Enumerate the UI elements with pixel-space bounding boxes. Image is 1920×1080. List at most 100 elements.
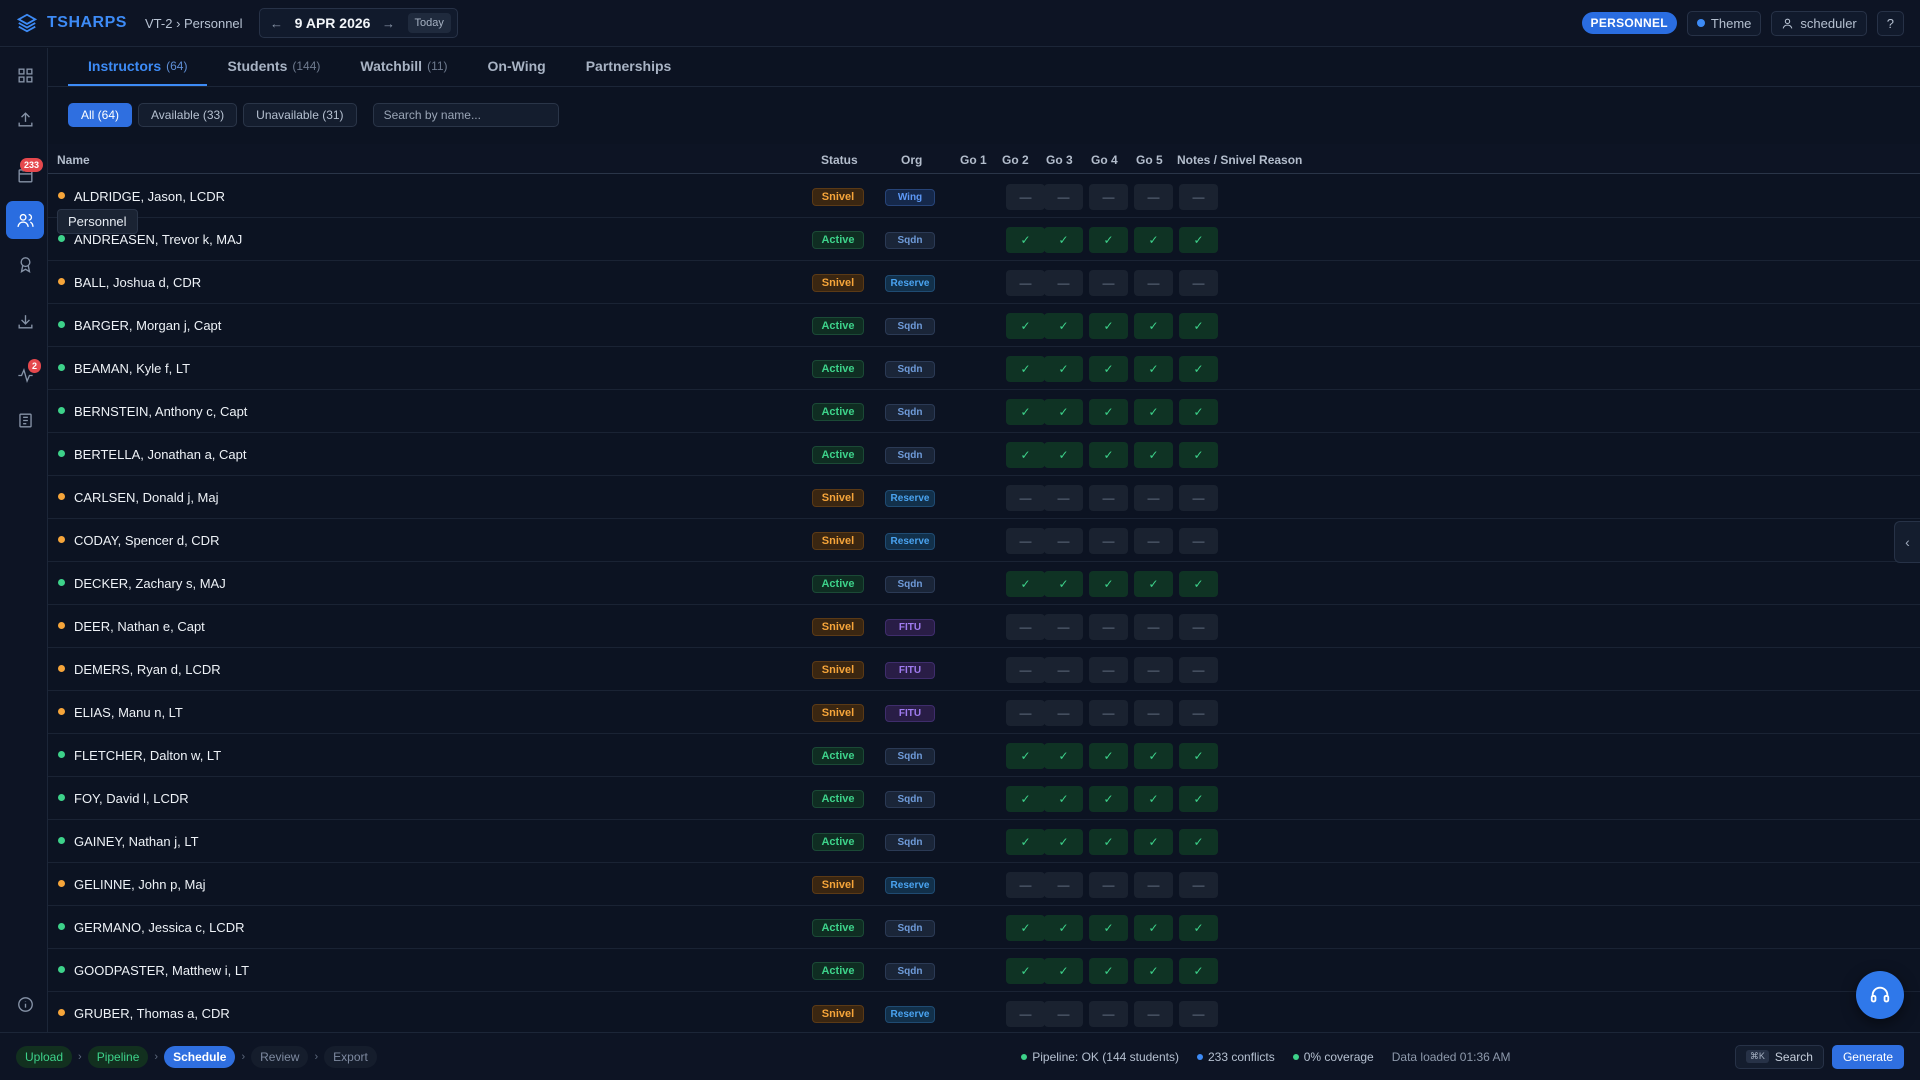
go-5-cell[interactable]: ✓ <box>1179 399 1218 425</box>
go-1-cell[interactable]: — <box>1006 614 1045 640</box>
go-5-cell[interactable]: ✓ <box>1179 915 1218 941</box>
go-4-cell[interactable]: ✓ <box>1134 227 1173 253</box>
instructor-name[interactable]: GRUBER, Thomas a, CDR <box>74 1006 230 1021</box>
step-pipeline[interactable]: Pipeline <box>87 1045 149 1068</box>
app-logo[interactable]: TSHARPS <box>0 12 137 34</box>
go-4-cell[interactable]: — <box>1134 614 1173 640</box>
tab-on-wing[interactable]: On-Wing <box>468 48 566 86</box>
go-3-cell[interactable]: ✓ <box>1089 915 1128 941</box>
go-4-cell[interactable]: — <box>1134 485 1173 511</box>
go-3-cell[interactable]: — <box>1089 184 1128 210</box>
go-5-cell[interactable]: ✓ <box>1179 958 1218 984</box>
go-4-cell[interactable]: — <box>1134 270 1173 296</box>
go-5-cell[interactable]: — <box>1179 657 1218 683</box>
filter-all-button[interactable]: All (64) <box>68 103 133 127</box>
go-2-cell[interactable]: ✓ <box>1044 227 1083 253</box>
table-row[interactable]: DEER, Nathan e, Capt Snivel FITU — — — — — <box>48 605 1920 648</box>
instructor-name[interactable]: DEER, Nathan e, Capt <box>74 619 205 634</box>
instructor-name[interactable]: FOY, David l, LCDR <box>74 791 189 806</box>
col-org[interactable]: Org <box>901 153 922 167</box>
conflicts-status[interactable]: 233 conflicts <box>1196 1050 1275 1064</box>
go-3-cell[interactable]: — <box>1089 872 1128 898</box>
go-5-cell[interactable]: — <box>1179 485 1218 511</box>
instructor-name[interactable]: BARGER, Morgan j, Capt <box>74 318 221 333</box>
go-5-cell[interactable]: ✓ <box>1179 313 1218 339</box>
go-3-cell[interactable]: — <box>1089 528 1128 554</box>
sidebar-item-dashboard[interactable] <box>6 56 44 94</box>
table-row[interactable]: ALDRIDGE, Jason, LCDR Snivel Wing — — — — — <box>48 175 1920 218</box>
go-1-cell[interactable]: — <box>1006 657 1045 683</box>
step-upload[interactable]: Upload <box>16 1045 73 1068</box>
instructor-name[interactable]: GELINNE, John p, Maj <box>74 877 206 892</box>
sidebar-item-pulse[interactable]: 2 <box>6 356 44 394</box>
go-3-cell[interactable]: — <box>1089 485 1128 511</box>
table-row[interactable]: DECKER, Zachary s, MAJ Active Sqdn ✓ ✓ ✓ ✓ ✓ <box>48 562 1920 605</box>
sidebar-item-personnel[interactable] <box>6 201 44 239</box>
table-row[interactable]: GRUBER, Thomas a, CDR Snivel Reserve — — — — — <box>48 992 1920 1035</box>
go-5-cell[interactable]: — <box>1179 528 1218 554</box>
table-row[interactable]: DEMERS, Ryan d, LCDR Snivel FITU — — — — — <box>48 648 1920 691</box>
go-4-cell[interactable]: ✓ <box>1134 958 1173 984</box>
go-3-cell[interactable]: — <box>1089 270 1128 296</box>
go-1-cell[interactable]: ✓ <box>1006 313 1045 339</box>
go-4-cell[interactable]: ✓ <box>1134 829 1173 855</box>
go-5-cell[interactable]: ✓ <box>1179 442 1218 468</box>
sidebar-item-docs[interactable] <box>6 401 44 439</box>
today-button[interactable]: Today <box>407 13 451 33</box>
tab-students[interactable]: Students (144) <box>207 48 340 86</box>
filter-unavailable-button[interactable]: Unavailable (31) <box>243 103 357 127</box>
theme-button[interactable]: Theme <box>1686 10 1762 36</box>
search-button[interactable]: ⌘K Search <box>1734 1044 1824 1069</box>
go-3-cell[interactable]: — <box>1089 614 1128 640</box>
go-2-cell[interactable]: — <box>1044 614 1083 640</box>
go-4-cell[interactable]: ✓ <box>1134 356 1173 382</box>
go-5-cell[interactable]: ✓ <box>1179 786 1218 812</box>
go-2-cell[interactable]: ✓ <box>1044 958 1083 984</box>
go-4-cell[interactable]: — <box>1134 184 1173 210</box>
go-5-cell[interactable]: — <box>1179 872 1218 898</box>
instructor-name[interactable]: DEMERS, Ryan d, LCDR <box>74 662 221 677</box>
go-2-cell[interactable]: — <box>1044 700 1083 726</box>
table-row[interactable]: BEAMAN, Kyle f, LT Active Sqdn ✓ ✓ ✓ ✓ ✓ <box>48 347 1920 390</box>
go-2-cell[interactable]: — <box>1044 1001 1083 1027</box>
go-3-cell[interactable]: ✓ <box>1089 442 1128 468</box>
go-3-cell[interactable]: ✓ <box>1089 958 1128 984</box>
go-1-cell[interactable]: ✓ <box>1006 399 1045 425</box>
instructor-name[interactable]: BERNSTEIN, Anthony c, Capt <box>74 404 247 419</box>
go-4-cell[interactable]: — <box>1134 872 1173 898</box>
go-1-cell[interactable]: — <box>1006 270 1045 296</box>
go-2-cell[interactable]: ✓ <box>1044 356 1083 382</box>
user-menu-button[interactable]: scheduler <box>1771 10 1867 36</box>
go-1-cell[interactable]: ✓ <box>1006 227 1045 253</box>
go-3-cell[interactable]: ✓ <box>1089 399 1128 425</box>
generate-button[interactable]: Generate <box>1831 1044 1904 1069</box>
go-2-cell[interactable]: — <box>1044 184 1083 210</box>
go-2-cell[interactable]: — <box>1044 270 1083 296</box>
go-1-cell[interactable]: — <box>1006 872 1045 898</box>
go-2-cell[interactable]: ✓ <box>1044 786 1083 812</box>
tab-partnerships[interactable]: Partnerships <box>566 48 692 86</box>
search-input[interactable] <box>372 103 559 127</box>
col-status[interactable]: Status <box>821 153 858 167</box>
go-5-cell[interactable]: ✓ <box>1179 743 1218 769</box>
go-5-cell[interactable]: ✓ <box>1179 227 1218 253</box>
go-1-cell[interactable]: — <box>1006 528 1045 554</box>
go-4-cell[interactable]: ✓ <box>1134 786 1173 812</box>
table-row[interactable]: FLETCHER, Dalton w, LT Active Sqdn ✓ ✓ ✓ ✓ ✓ <box>48 734 1920 777</box>
go-1-cell[interactable]: ✓ <box>1006 915 1045 941</box>
go-2-cell[interactable]: ✓ <box>1044 313 1083 339</box>
go-3-cell[interactable]: — <box>1089 700 1128 726</box>
go-3-cell[interactable]: ✓ <box>1089 571 1128 597</box>
instructor-name[interactable]: CODAY, Spencer d, CDR <box>74 533 219 548</box>
go-3-cell[interactable]: ✓ <box>1089 786 1128 812</box>
go-3-cell[interactable]: ✓ <box>1089 313 1128 339</box>
prev-date-button[interactable]: ← <box>266 16 288 31</box>
filter-available-button[interactable]: Available (33) <box>138 103 238 127</box>
go-4-cell[interactable]: ✓ <box>1134 915 1173 941</box>
go-5-cell[interactable]: ✓ <box>1179 571 1218 597</box>
table-row[interactable]: ANDREASEN, Trevor k, MAJ Active Sqdn ✓ ✓ ✓ ✓ ✓ <box>48 218 1920 261</box>
go-5-cell[interactable]: ✓ <box>1179 829 1218 855</box>
go-1-cell[interactable]: — <box>1006 700 1045 726</box>
table-row[interactable]: GOODPASTER, Matthew i, LT Active Sqdn ✓ ✓ ✓ ✓ ✓ <box>48 949 1920 992</box>
go-3-cell[interactable]: — <box>1089 657 1128 683</box>
